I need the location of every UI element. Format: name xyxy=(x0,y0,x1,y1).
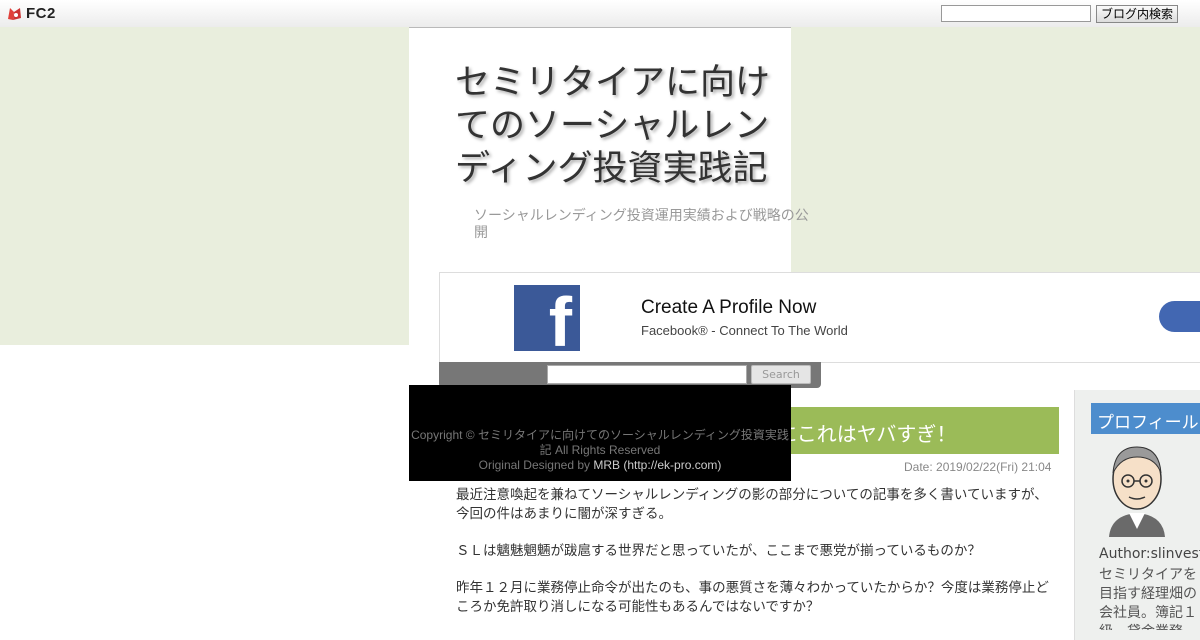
blog-search-button-top[interactable]: ブログ内検索 xyxy=(1096,5,1178,23)
footer-copyright: Copyright © セミリタイアに向けてのソーシャルレンディング投資実践記 … xyxy=(409,428,791,473)
fc2-toolbar: FC2 ブログ内検索 xyxy=(0,0,1200,28)
author-description: セミリタイアを目指す経理畑の会社員。簿記１級、貸金業務 xyxy=(1099,567,1197,630)
fc2-logo-text: FC2 xyxy=(26,5,56,22)
fc2-logo-icon xyxy=(8,7,21,20)
fc2-logo[interactable]: FC2 xyxy=(7,4,56,23)
post-body: 最近注意喚起を兼ねてソーシャルレンディングの影の部分についての記事を多く書いてい… xyxy=(456,486,1056,635)
post-paragraph: ＳＬは魑魅魍魎が跋扈する世界だと思っていたが、ここまで悪党が揃っているものか？ xyxy=(456,543,981,559)
designer-link[interactable]: MRB (http://ek-pro.com) xyxy=(593,458,721,472)
post-paragraph: 昨年１２月に業務停止命令が出たのも、事の悪質さを薄々わかっていたからか？今度は業… xyxy=(456,580,1049,615)
facebook-logo-icon: f xyxy=(514,285,580,357)
background-block-left xyxy=(0,27,409,345)
author-avatar xyxy=(1099,437,1175,537)
author-name: Author:slinvestor xyxy=(1099,546,1200,562)
background-block-right xyxy=(791,27,1200,272)
profile-title: プロフィール xyxy=(1097,413,1199,433)
facebook-logo-letter: f xyxy=(548,283,572,361)
blog-search-input-top[interactable] xyxy=(941,5,1091,22)
post-paragraph: 最近注意喚起を兼ねてソーシャルレンディングの影の部分についての記事を多く書いてい… xyxy=(456,487,1048,522)
blog-search-input[interactable] xyxy=(547,365,747,384)
ad-cta-button[interactable] xyxy=(1159,301,1200,332)
post-date: Date: 2019/02/22(Fri) 21:04 xyxy=(904,460,1052,474)
facebook-ad-banner[interactable]: f Create A Profile Now Facebook® - Conne… xyxy=(439,272,1200,363)
blog-search-button[interactable]: Search xyxy=(751,365,811,384)
designed-by-prefix: Original Designed by xyxy=(478,458,594,472)
site-description: ソーシャルレンディング投資運用実績および戦略の公開 xyxy=(474,208,809,241)
copyright-text: Copyright © セミリタイアに向けてのソーシャルレンディング投資実践記 … xyxy=(411,428,789,457)
footer-copyright-box: Copyright © セミリタイアに向けてのソーシャルレンディング投資実践記 … xyxy=(409,385,791,481)
ad-subtitle: Facebook® - Connect To The World xyxy=(641,323,848,338)
ad-title[interactable]: Create A Profile Now xyxy=(641,297,816,319)
site-title[interactable]: セミリタイアに向けてのソーシャルレンディング投資実践記 xyxy=(455,62,785,191)
